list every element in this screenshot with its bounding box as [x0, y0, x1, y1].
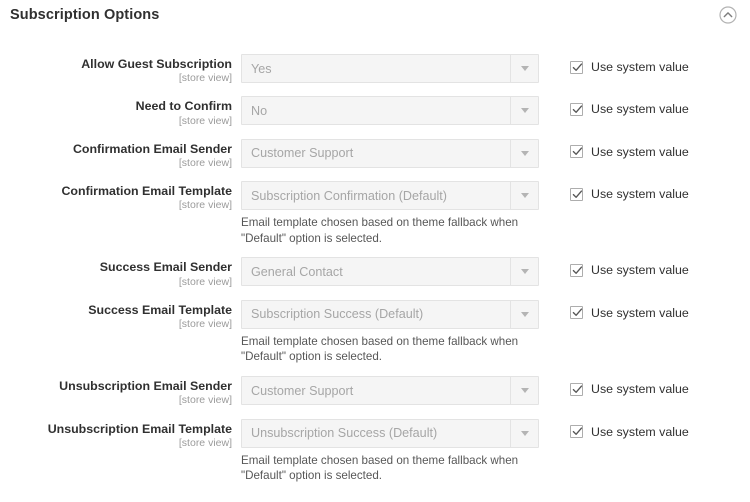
field-control: Subscription Confirmation (Default) Email…	[241, 181, 539, 246]
field-label: Unsubscription Email Sender [store view]	[0, 376, 241, 407]
field-label-text: Allow Guest Subscription	[81, 57, 232, 71]
select-selected-value: General Contact	[251, 264, 343, 279]
select-5[interactable]: Subscription Success (Default)	[241, 299, 539, 329]
field-scope-label: [store view]	[178, 318, 232, 331]
field-note: Email template chosen based on theme fal…	[241, 453, 519, 483]
field-scope-label: [store view]	[178, 199, 232, 212]
checkmark-icon[interactable]	[570, 187, 583, 201]
chevron-up-circle-icon[interactable]	[717, 4, 739, 26]
chevron-down-icon[interactable]	[510, 419, 538, 447]
use-system-value-checkbox[interactable]: Use system value	[570, 139, 689, 159]
field-label: Unsubscription Email Template [store view…	[0, 419, 241, 450]
use-system-value-checkbox[interactable]: Use system value	[570, 96, 689, 116]
checkmark-icon[interactable]	[570, 145, 583, 159]
checkmark-icon[interactable]	[570, 306, 583, 320]
field-scope-label: [store view]	[178, 114, 232, 127]
select-selected-value: Customer Support	[251, 146, 354, 161]
chevron-down-icon[interactable]	[510, 377, 538, 405]
use-system-value-label: Use system value	[591, 102, 689, 117]
chevron-down-icon[interactable]	[510, 300, 538, 328]
chevron-down-icon[interactable]	[510, 182, 538, 210]
use-system-value-label: Use system value	[591, 424, 689, 439]
use-system-value-label: Use system value	[591, 305, 689, 320]
checkmark-icon[interactable]	[570, 425, 583, 439]
use-system-value-label: Use system value	[591, 60, 689, 74]
select-0[interactable]: Yes	[241, 54, 539, 83]
use-system-value-checkbox[interactable]: Use system value	[570, 257, 689, 277]
use-system-value-checkbox[interactable]: Use system value	[570, 419, 689, 439]
select-4[interactable]: General Contact	[241, 257, 539, 287]
checkmark-icon[interactable]	[570, 60, 583, 74]
field-scope-label: [store view]	[178, 275, 232, 288]
select-selected-value: Yes	[251, 61, 272, 76]
chevron-down-icon[interactable]	[510, 97, 538, 125]
use-system-value-label: Use system value	[591, 382, 689, 397]
field-control: Subscription Success (Default) Email temp…	[241, 299, 539, 365]
checkmark-icon[interactable]	[570, 382, 583, 396]
field-control: Unsubscription Success (Default) Email te…	[241, 418, 539, 484]
section-header: Subscription Options	[0, 0, 750, 36]
select-6[interactable]: Customer Support	[241, 376, 539, 406]
settings-form: Allow Guest Subscription [store view] Yes U…	[0, 36, 750, 484]
checkmark-icon[interactable]	[570, 263, 583, 277]
field-control: Customer Support	[241, 376, 539, 406]
select-2[interactable]: Customer Support	[241, 138, 539, 168]
field-control: Yes	[241, 54, 539, 83]
use-system-value-checkbox[interactable]: Use system value	[570, 376, 689, 396]
page-title: Subscription Options	[10, 7, 160, 23]
field-label-text: Confirmation Email Template	[61, 184, 232, 199]
field-label: Allow Guest Subscription [store view]	[0, 54, 241, 85]
field-scope-label: [store view]	[178, 394, 232, 407]
checkmark-icon[interactable]	[570, 102, 583, 116]
use-system-value-label: Use system value	[591, 144, 689, 159]
use-system-value-label: Use system value	[591, 263, 689, 278]
select-3[interactable]: Subscription Confirmation (Default)	[241, 181, 539, 211]
field-label-text: Need to Confirm	[135, 99, 232, 114]
select-selected-value: No	[251, 103, 268, 118]
chevron-down-icon[interactable]	[510, 258, 538, 286]
field-row: Unsubscription Email Sender [store view] C…	[0, 376, 750, 407]
field-row: Need to Confirm [store view] No Use system …	[0, 96, 750, 127]
field-label-text: Success Email Sender	[99, 260, 232, 275]
select-selected-value: Customer Support	[251, 383, 354, 398]
select-selected-value: Unsubscription Success (Default)	[251, 426, 438, 441]
use-system-value-checkbox[interactable]: Use system value	[570, 54, 689, 74]
field-row: Allow Guest Subscription [store view] Yes U…	[0, 54, 750, 85]
chevron-down-icon[interactable]	[510, 55, 538, 82]
use-system-value-checkbox[interactable]: Use system value	[570, 300, 689, 320]
use-system-value-label: Use system value	[591, 187, 689, 202]
field-scope-label: [store view]	[178, 436, 232, 449]
field-label-text: Success Email Template	[88, 302, 232, 317]
field-control: No	[241, 96, 539, 126]
field-label: Confirmation Email Template [store view]	[0, 181, 241, 212]
select-7[interactable]: Unsubscription Success (Default)	[241, 418, 539, 448]
field-scope-label: [store view]	[178, 157, 232, 170]
field-label: Need to Confirm [store view]	[0, 96, 241, 127]
field-label: Success Email Template [store view]	[0, 300, 241, 331]
field-label-text: Unsubscription Email Sender	[59, 379, 232, 394]
field-control: Customer Support	[241, 138, 539, 168]
field-label-text: Confirmation Email Sender	[72, 141, 232, 156]
field-row: Confirmation Email Sender [store view] Cus…	[0, 138, 750, 170]
field-row: Success Email Template [store view] Subscr…	[0, 299, 750, 365]
field-label: Confirmation Email Sender [store view]	[0, 139, 241, 170]
chevron-down-icon[interactable]	[510, 139, 538, 167]
field-control: General Contact	[241, 257, 539, 287]
field-scope-label: [store view]	[178, 72, 232, 85]
field-row: Unsubscription Email Template [store view…	[0, 418, 750, 484]
field-label-text: Unsubscription Email Template	[47, 421, 232, 436]
select-selected-value: Subscription Confirmation (Default)	[251, 188, 447, 203]
select-selected-value: Subscription Success (Default)	[251, 307, 424, 322]
field-row: Success Email Sender [store view] General …	[0, 257, 750, 288]
field-label: Success Email Sender [store view]	[0, 257, 241, 288]
field-note: Email template chosen based on theme fal…	[241, 334, 519, 364]
field-note: Email template chosen based on theme fal…	[241, 216, 519, 245]
select-1[interactable]: No	[241, 96, 539, 126]
use-system-value-checkbox[interactable]: Use system value	[570, 181, 689, 201]
subscription-options-section: Subscription Options Allow Guest Subscri…	[0, 0, 750, 502]
field-row: Confirmation Email Template [store view] S…	[0, 181, 750, 246]
